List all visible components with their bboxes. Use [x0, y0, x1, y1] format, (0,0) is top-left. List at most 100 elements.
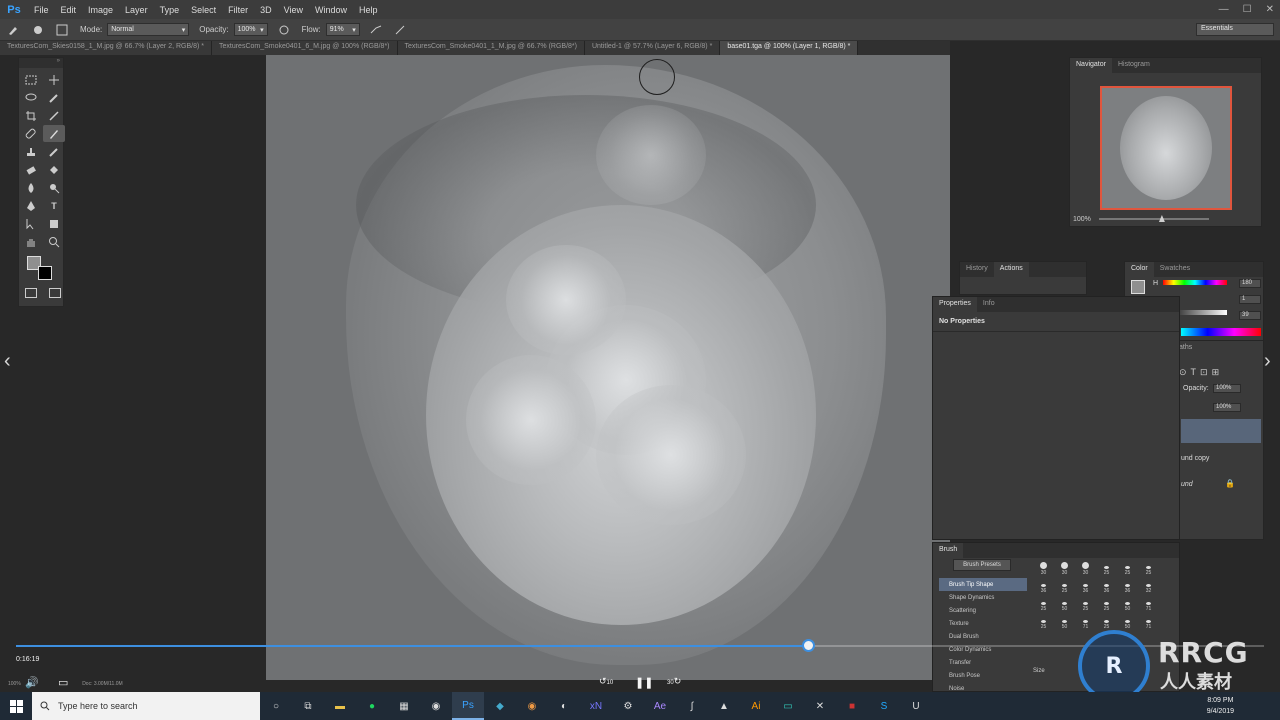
layer-row-background[interactable]: und	[1181, 481, 1193, 488]
brush-tip[interactable]: 25	[1138, 559, 1159, 576]
brush-tip[interactable]: 36	[1096, 577, 1117, 594]
skype-icon[interactable]: S	[868, 692, 900, 720]
screen-mode-icon[interactable]	[49, 288, 61, 298]
doc-tab-smoke1[interactable]: TexturesCom_Smoke0401_1_M.jpg @ 66.7% (R…	[397, 41, 585, 55]
photoshop-taskbar-icon[interactable]: Ps	[452, 692, 484, 720]
layer-row-selected[interactable]	[1181, 419, 1261, 443]
settings-icon[interactable]: ⚙	[612, 692, 644, 720]
tab-color[interactable]: Color	[1125, 262, 1154, 277]
tab-properties[interactable]: Properties	[933, 297, 977, 312]
brush-tip[interactable]: 30	[1054, 559, 1075, 576]
prev-arrow-icon[interactable]: ‹	[4, 350, 11, 373]
flow-input[interactable]: 91% ▾	[325, 23, 360, 36]
pressure-size-icon[interactable]	[390, 22, 410, 38]
layer-opacity-value[interactable]: 100%	[1213, 384, 1241, 393]
spotify-icon[interactable]: ●	[356, 692, 388, 720]
layer-fill-value[interactable]: 100%	[1213, 403, 1241, 412]
brush-opt-shape-dynamics[interactable]: Shape Dynamics	[939, 591, 1027, 604]
background-color-swatch[interactable]	[38, 266, 52, 280]
menu-file[interactable]: File	[28, 5, 55, 15]
menu-view[interactable]: View	[278, 5, 309, 15]
unreal-icon[interactable]: U	[900, 692, 932, 720]
color-spectrum[interactable]	[1181, 328, 1261, 336]
brush-icon[interactable]	[43, 125, 65, 142]
taskbar-search[interactable]: Type here to search	[32, 692, 260, 720]
brush-tip[interactable]: 36	[1075, 577, 1096, 594]
calculator-icon[interactable]: ▦	[388, 692, 420, 720]
brush-opt-texture[interactable]: Texture	[939, 617, 1027, 630]
hue-value[interactable]: 180	[1239, 279, 1261, 288]
saturation-value[interactable]: 1	[1239, 295, 1261, 304]
brush-opt-tip-shape[interactable]: Brush Tip Shape	[939, 578, 1027, 591]
steam-icon[interactable]: ◉	[420, 692, 452, 720]
stamp-icon[interactable]	[20, 143, 42, 160]
eyedropper-icon[interactable]	[43, 107, 65, 124]
brush-tip[interactable]: 25	[1054, 577, 1075, 594]
windows-start-icon[interactable]	[0, 692, 32, 720]
brush-tip[interactable]: 71	[1075, 613, 1096, 630]
shape-icon[interactable]	[43, 215, 65, 232]
menu-type[interactable]: Type	[154, 5, 186, 15]
lasso-icon[interactable]	[20, 89, 42, 106]
brightness-value[interactable]: 39	[1239, 311, 1261, 320]
minimize-icon[interactable]: —	[1219, 4, 1229, 15]
mode-select[interactable]: Normal ▾	[107, 23, 190, 36]
tab-histogram[interactable]: Histogram	[1112, 58, 1156, 73]
dodge-icon[interactable]	[43, 179, 65, 196]
file-explorer-icon[interactable]: ▬	[324, 692, 356, 720]
app-icon[interactable]: ∫	[676, 692, 708, 720]
doc-tab-smoke6[interactable]: TexturesCom_Smoke0401_6_M.jpg @ 100% (RG…	[211, 41, 398, 55]
illustrator-icon[interactable]: Ai	[740, 692, 772, 720]
menu-window[interactable]: Window	[309, 5, 353, 15]
tab-brush[interactable]: Brush	[933, 543, 964, 558]
menu-layer[interactable]: Layer	[119, 5, 154, 15]
brush-tip[interactable]: 25	[1033, 595, 1054, 612]
cortana-icon[interactable]: ○	[260, 692, 292, 720]
rewind-icon[interactable]: ↺10	[599, 676, 613, 687]
tab-swatches[interactable]: Swatches	[1154, 262, 1196, 277]
brush-tip[interactable]: 50	[1054, 595, 1075, 612]
type-icon[interactable]: T	[43, 197, 65, 214]
xnview-icon[interactable]: xN	[580, 692, 612, 720]
menu-help[interactable]: Help	[353, 5, 384, 15]
brush-opt-scattering[interactable]: Scattering	[939, 604, 1027, 617]
forward-icon[interactable]: 30↻	[667, 676, 681, 687]
task-view-icon[interactable]: ⧉	[292, 692, 324, 720]
layer-row-copy[interactable]: und copy	[1181, 455, 1209, 462]
brush-tip[interactable]: 25	[1096, 613, 1117, 630]
photoshop-logo[interactable]: Ps	[0, 0, 28, 19]
navigator-zoom[interactable]: 100%	[1073, 216, 1091, 223]
tab-actions[interactable]: Actions	[993, 262, 1029, 277]
slider-knob-icon[interactable]	[1158, 215, 1165, 222]
app-icon[interactable]: ◆	[484, 692, 516, 720]
app-icon[interactable]: ✕	[804, 692, 836, 720]
brush-tip[interactable]: 30	[1075, 559, 1096, 576]
quick-select-icon[interactable]	[43, 89, 65, 106]
pause-icon[interactable]: ❚❚	[635, 676, 653, 689]
layers-tab-partial[interactable]: aths	[1175, 341, 1263, 354]
brush-panel-toggle-icon[interactable]	[52, 22, 72, 38]
navigator-view-box[interactable]	[1100, 86, 1232, 210]
photos-icon[interactable]: ▲	[708, 692, 740, 720]
hand-icon[interactable]	[20, 233, 42, 250]
video-progress-track[interactable]	[16, 639, 1264, 652]
app-icon[interactable]: ▭	[772, 692, 804, 720]
path-select-icon[interactable]	[20, 215, 42, 232]
menu-edit[interactable]: Edit	[55, 5, 83, 15]
after-effects-icon[interactable]: Ae	[644, 692, 676, 720]
pen-icon[interactable]	[20, 197, 42, 214]
tab-history[interactable]: History	[960, 262, 994, 277]
brush-tip[interactable]: 50	[1054, 613, 1075, 630]
pressure-opacity-icon[interactable]	[274, 22, 294, 38]
menu-filter[interactable]: Filter	[222, 5, 254, 15]
tools-grip[interactable]: »	[19, 58, 63, 68]
brush-opt-dual-brush[interactable]: Dual Brush	[939, 630, 1027, 643]
brush-size-picker-icon[interactable]	[28, 22, 48, 38]
doc-tab-untitled[interactable]: Untitled-1 @ 57.7% (Layer 6, RGB/8) *	[584, 41, 721, 55]
brush-tip[interactable]: 25	[1033, 613, 1054, 630]
brush-tip[interactable]: 71	[1138, 613, 1159, 630]
volume-icon[interactable]: 🔊	[25, 676, 39, 689]
captions-icon[interactable]: ▭	[58, 676, 68, 689]
airbrush-icon[interactable]	[366, 22, 386, 38]
brush-tool-preset-icon[interactable]	[4, 22, 24, 38]
